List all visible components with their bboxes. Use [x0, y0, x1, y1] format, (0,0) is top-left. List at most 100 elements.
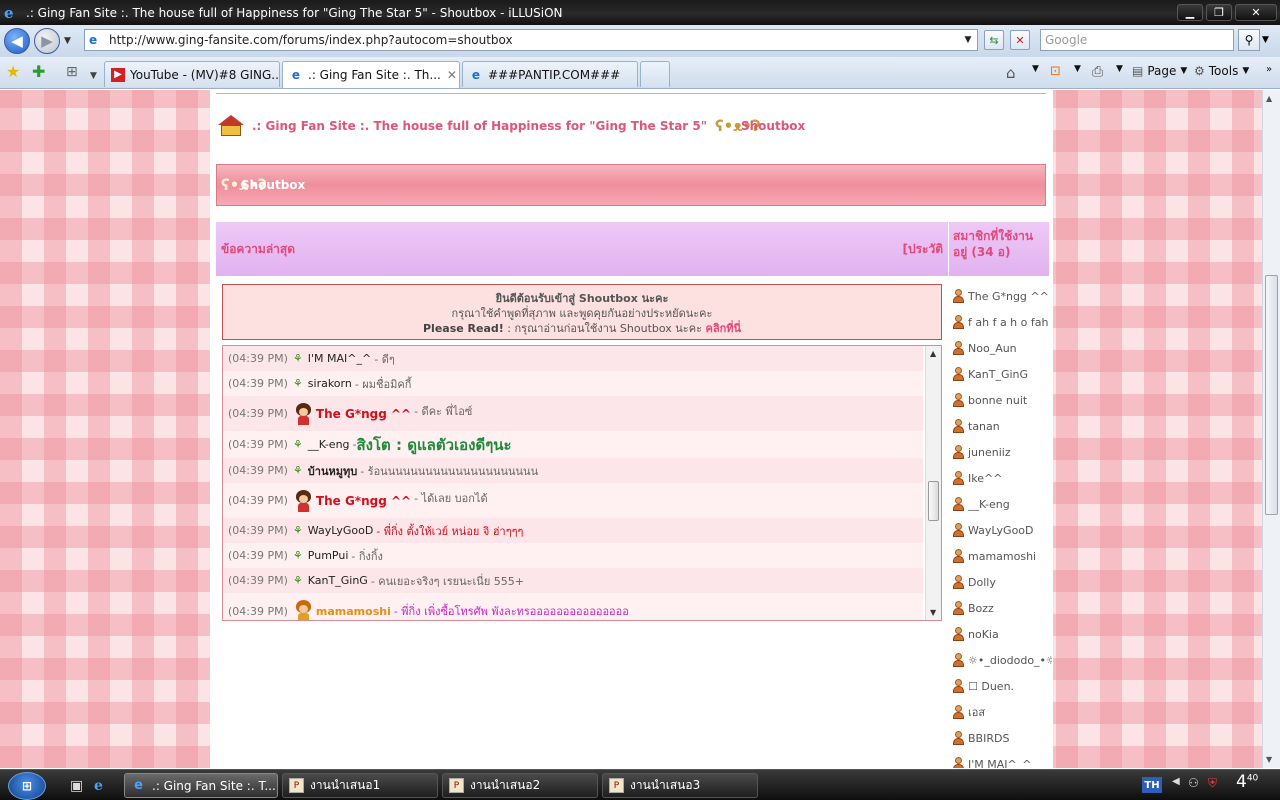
shout-username[interactable]: The G*ngg ^^ [316, 407, 411, 421]
member-item[interactable]: I'M MAI^_^ [952, 751, 1052, 768]
tab-bar: ★ ✚ ⊞ ▼ ▶ YouTube - (MV)#8 GING... e .: … [0, 57, 1280, 89]
member-person-icon [952, 289, 964, 303]
forward-button[interactable]: ▶ [34, 28, 60, 54]
favorites-star-icon[interactable]: ★ [6, 64, 20, 80]
address-url[interactable]: http://www.ging-fansite.com/forums/index… [109, 33, 959, 47]
search-dropdown-icon[interactable]: ▼ [1262, 35, 1269, 45]
member-item[interactable]: mamamoshi [952, 543, 1052, 569]
page-scroll-thumb[interactable] [1265, 275, 1278, 515]
language-indicator[interactable]: TH [1142, 777, 1162, 793]
member-item[interactable]: f ah f a h o fah [952, 309, 1052, 335]
back-button[interactable]: ◀ [4, 28, 30, 54]
shout-username[interactable]: PumPui [308, 549, 349, 562]
more-commands-icon[interactable]: » [1266, 64, 1272, 75]
tab-ging-fan-site[interactable]: e .: Ging Fan Site :. Th... ✕ [282, 61, 460, 88]
member-item[interactable]: ☐ Duen. [952, 673, 1052, 699]
scroll-up-icon[interactable]: ▲ [930, 349, 936, 358]
clock-minute: 40 [1246, 773, 1259, 784]
add-favorite-icon[interactable]: ✚ [32, 64, 45, 80]
member-name: WayLyGooD [968, 523, 1034, 537]
scroll-down-icon[interactable]: ▼ [930, 608, 936, 617]
breadcrumb-site-link[interactable]: .: Ging Fan Site :. The house full of Ha… [252, 119, 707, 133]
member-item[interactable]: WayLyGooD [952, 517, 1052, 543]
print-icon[interactable]: ⎙ [1092, 64, 1103, 80]
address-dropdown-icon[interactable]: ▼ [959, 35, 977, 45]
minimize-button[interactable]: ▁ [1177, 4, 1203, 21]
quick-tabs-icon[interactable]: ⊞ [66, 64, 78, 80]
shout-username[interactable]: The G*ngg ^^ [316, 494, 411, 508]
taskbar-item-presentation-1[interactable]: P งานนำเสนอ1 [282, 773, 438, 798]
new-tab-button[interactable] [640, 61, 670, 87]
member-item[interactable]: noKia [952, 621, 1052, 647]
shoutbox-scrollbar[interactable]: ▲ ▼ [925, 346, 941, 620]
shout-message: - ร้อนนนนนนนนนนนนนนนนนนนนน [360, 464, 539, 478]
print-dropdown-icon[interactable]: ▼ [1116, 64, 1123, 74]
address-bar[interactable]: e http://www.ging-fansite.com/forums/ind… [84, 29, 978, 51]
member-item[interactable]: เอส [952, 699, 1052, 725]
feeds-dropdown-icon[interactable]: ▼ [1074, 64, 1081, 74]
shout-row: (04:39 PM) ⚘ WayLyGooD - พี่กิ่ง ตั้งให้เว… [223, 518, 923, 543]
shout-username[interactable]: WayLyGooD [308, 524, 374, 537]
shout-username[interactable]: sirakorn [308, 377, 352, 390]
security-shield-icon[interactable]: ⛨ [1208, 776, 1217, 791]
member-item[interactable]: Noo_Aun [952, 335, 1052, 361]
home-icon[interactable]: ⌂ [1006, 64, 1016, 82]
page-scrollbar[interactable]: ▲ ▼ [1262, 90, 1280, 768]
click-here-link[interactable]: คลิกที่นี่ [705, 322, 741, 335]
search-input[interactable]: Google [1040, 29, 1234, 51]
shoutbox-messages[interactable]: (04:39 PM) ⚘ I'M MAI^_^ - ดีๆ (04:39 PM) ⚘ si… [222, 345, 942, 621]
shout-row: (04:39 PM) ⚘ sirakorn - ผมชื่อมิคกี้ [223, 371, 923, 396]
switch-windows-icon[interactable]: ▣ [70, 778, 83, 794]
start-button[interactable]: ⊞ [8, 772, 46, 800]
page-menu-label: Page [1147, 64, 1177, 78]
tray-expand-icon[interactable]: ◀ [1172, 776, 1180, 787]
tab-list-dropdown-icon[interactable]: ▼ [90, 68, 97, 84]
member-item[interactable]: KanT_GinG [952, 361, 1052, 387]
member-item[interactable]: ☼•_diododo_•☼ [952, 647, 1052, 673]
member-item[interactable]: tanan [952, 413, 1052, 439]
member-name: ☼•_diododo_•☼ [968, 653, 1052, 667]
scroll-down-icon[interactable]: ▼ [1266, 755, 1272, 764]
maximize-button[interactable]: ❐ [1206, 4, 1232, 21]
tab-pantip[interactable]: e ###PANTIP.COM### [462, 61, 638, 87]
shout-username[interactable]: __K-eng [308, 438, 350, 451]
member-item[interactable]: bonne nuit [952, 387, 1052, 413]
network-icon[interactable]: ⚇ [1188, 776, 1199, 790]
member-item[interactable]: BBIRDS [952, 725, 1052, 751]
shout-username[interactable]: KanT_GinG [308, 574, 368, 587]
home-dropdown-icon[interactable]: ▼ [1032, 64, 1039, 74]
tab-youtube[interactable]: ▶ YouTube - (MV)#8 GING... [104, 61, 280, 87]
taskbar-clock[interactable]: 440 [1236, 772, 1258, 792]
history-link[interactable]: [ประวัติ [902, 240, 943, 259]
member-item[interactable]: Dolly [952, 569, 1052, 595]
page-menu[interactable]: ▤ Page ▼ [1132, 64, 1187, 78]
member-item[interactable]: juneniiz [952, 439, 1052, 465]
youtube-icon: ▶ [111, 67, 125, 82]
page-icon: ▤ [1132, 64, 1144, 78]
search-button[interactable]: ⚲ [1238, 29, 1260, 51]
shoutbox-scroll-thumb[interactable] [928, 481, 939, 521]
member-item[interactable]: __K-eng [952, 491, 1052, 517]
user-avatar-icon [293, 489, 313, 512]
ie-quicklaunch-icon[interactable]: e [94, 778, 103, 794]
member-item[interactable]: Ike^^ [952, 465, 1052, 491]
scroll-up-icon[interactable]: ▲ [1266, 94, 1272, 103]
close-button[interactable]: ✕ [1235, 4, 1277, 21]
refresh-button[interactable]: ⇆ [984, 30, 1004, 50]
shout-username[interactable]: บ้านหมูทุบ [308, 462, 357, 480]
shout-username[interactable]: I'M MAI^_^ [308, 352, 371, 365]
member-name: Noo_Aun [968, 341, 1017, 355]
feeds-icon[interactable]: ⊡ [1050, 64, 1061, 79]
history-dropdown-icon[interactable]: ▼ [64, 36, 71, 46]
tools-menu[interactable]: ⚙ Tools ▼ [1194, 64, 1249, 78]
close-tab-icon[interactable]: ✕ [441, 68, 457, 82]
member-item[interactable]: The G*ngg ^^ [952, 283, 1052, 309]
stop-button[interactable]: ✕ [1010, 30, 1030, 50]
taskbar-item-presentation-3[interactable]: P งานนำเสนอ3 [602, 773, 758, 798]
sprout-icon: ⚘ [292, 377, 303, 390]
shout-message: - ได้เลย บอกได้ [414, 492, 488, 505]
member-item[interactable]: Bozz [952, 595, 1052, 621]
taskbar-item-presentation-2[interactable]: P งานนำเสนอ2 [442, 773, 598, 798]
taskbar-item-ie[interactable]: e .: Ging Fan Site :. T... [124, 773, 278, 798]
shout-username[interactable]: mamamoshi [316, 605, 391, 618]
